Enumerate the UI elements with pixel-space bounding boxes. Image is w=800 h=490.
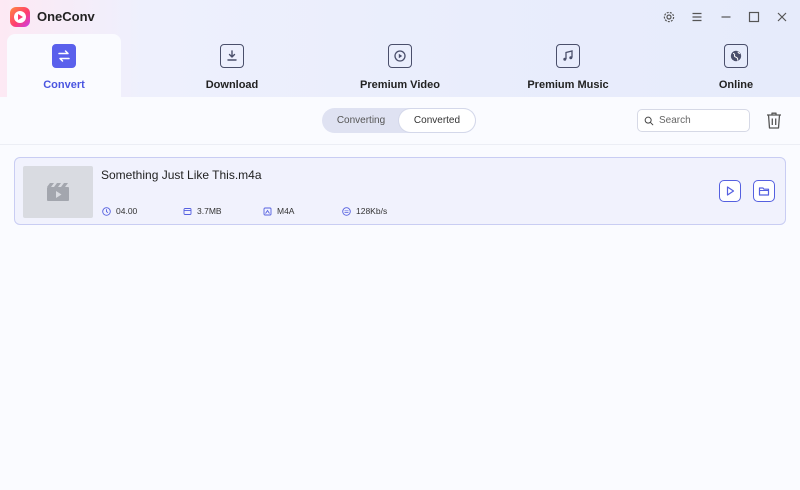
tab-convert[interactable]: Convert xyxy=(7,34,121,97)
tab-label: Convert xyxy=(43,79,85,91)
bitrate-icon xyxy=(342,206,351,216)
close-icon[interactable] xyxy=(773,8,791,26)
tab-label: Online xyxy=(718,79,754,91)
trash-icon xyxy=(767,112,781,129)
tab-label: Download xyxy=(205,79,259,91)
title-bar: OneConv xyxy=(0,0,800,34)
play-icon xyxy=(726,186,735,196)
open-folder-button[interactable] xyxy=(753,180,775,202)
tab-label: Premium Music xyxy=(527,79,609,91)
bitrate-meta: 128Kb/s xyxy=(342,206,387,216)
file-size-icon xyxy=(183,207,192,215)
app-logo-icon xyxy=(10,7,30,27)
premium-video-icon xyxy=(388,44,412,68)
file-item[interactable]: Something Just Like This.m4a 04.00 3.7MB… xyxy=(14,157,786,225)
search-icon xyxy=(644,116,654,125)
file-name: Something Just Like This.m4a xyxy=(101,168,262,182)
tab-premium-music[interactable]: Premium Music xyxy=(511,34,625,97)
file-size: 3.7MB xyxy=(197,206,222,216)
online-icon xyxy=(724,44,748,68)
play-button[interactable] xyxy=(719,180,741,202)
convert-icon xyxy=(52,44,76,68)
download-icon xyxy=(220,44,244,68)
divider xyxy=(0,144,800,145)
format-meta: M4A xyxy=(263,206,294,216)
delete-all-button[interactable] xyxy=(765,111,783,130)
menu-icon[interactable] xyxy=(688,8,706,26)
file-format: M4A xyxy=(277,206,295,216)
search-box xyxy=(637,109,750,132)
maximize-icon[interactable] xyxy=(745,8,763,26)
duration-meta: 04.00 xyxy=(102,206,137,216)
file-duration: 04.00 xyxy=(116,206,138,216)
settings-icon[interactable] xyxy=(660,8,678,26)
tab-online[interactable]: Online xyxy=(679,34,793,97)
tab-premium-video[interactable]: Premium Video xyxy=(343,34,457,97)
file-bitrate: 128Kb/s xyxy=(356,206,388,216)
tab-download[interactable]: Download xyxy=(175,34,289,97)
tab-label: Premium Video xyxy=(360,79,440,91)
converted-tab[interactable]: Converted xyxy=(399,109,475,132)
clock-icon xyxy=(102,206,111,216)
file-thumbnail xyxy=(23,166,93,218)
folder-icon xyxy=(758,187,770,196)
converting-tab[interactable]: Converting xyxy=(323,109,399,132)
format-icon xyxy=(263,207,272,215)
minimize-icon[interactable] xyxy=(717,8,735,26)
app-title: OneConv xyxy=(37,9,95,24)
premium-music-icon xyxy=(556,44,580,68)
search-input[interactable] xyxy=(659,115,749,126)
size-meta: 3.7MB xyxy=(183,206,222,216)
video-clip-icon xyxy=(47,183,69,201)
status-segmented-control: Converting Converted xyxy=(322,108,476,133)
